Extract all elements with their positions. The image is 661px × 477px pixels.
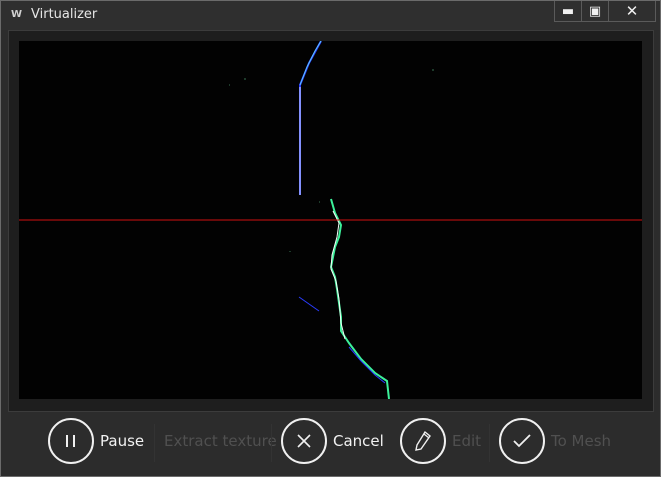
- toolbar-divider: [489, 424, 490, 462]
- to-mesh-label: To Mesh: [551, 432, 612, 450]
- window-controls: ▬ ▣ ✕: [554, 1, 656, 22]
- pause-button[interactable]: Pause: [48, 414, 144, 468]
- cancel-label: Cancel: [333, 432, 384, 450]
- checkmark-icon: [499, 418, 545, 464]
- maximize-button[interactable]: ▣: [582, 1, 609, 21]
- app-icon: W: [11, 9, 23, 20]
- minimize-button[interactable]: ▬: [555, 1, 582, 21]
- cancel-button[interactable]: Cancel: [281, 414, 384, 468]
- scan-noise: [229, 69, 434, 252]
- pause-icon: [48, 418, 94, 464]
- close-icon: [281, 418, 327, 464]
- close-window-button[interactable]: ✕: [609, 1, 655, 21]
- title-bar[interactable]: W Virtualizer ▬ ▣ ✕: [1, 1, 660, 30]
- to-mesh-button[interactable]: To Mesh: [499, 414, 611, 468]
- edit-button[interactable]: Edit: [400, 414, 481, 468]
- scan-profile-canvas: [19, 41, 642, 399]
- scan-viewport[interactable]: [19, 41, 642, 399]
- profile-line-white-lower: [330, 210, 346, 340]
- toolbar: Pause Extract texture Cancel Edit To Mes…: [8, 410, 652, 472]
- toolbar-divider: [154, 424, 155, 462]
- profile-line-blue: [299, 41, 322, 195]
- profile-line-blue-diag: [298, 296, 320, 312]
- edit-label: Edit: [452, 432, 482, 450]
- window-title: Virtualizer: [31, 7, 98, 22]
- toolbar-divider: [271, 424, 272, 462]
- extract-texture-label: Extract texture: [164, 432, 277, 450]
- pause-label: Pause: [100, 432, 145, 450]
- profile-line-green: [329, 198, 390, 399]
- pencil-icon: [400, 418, 446, 464]
- extract-texture-button[interactable]: Extract texture: [164, 414, 277, 468]
